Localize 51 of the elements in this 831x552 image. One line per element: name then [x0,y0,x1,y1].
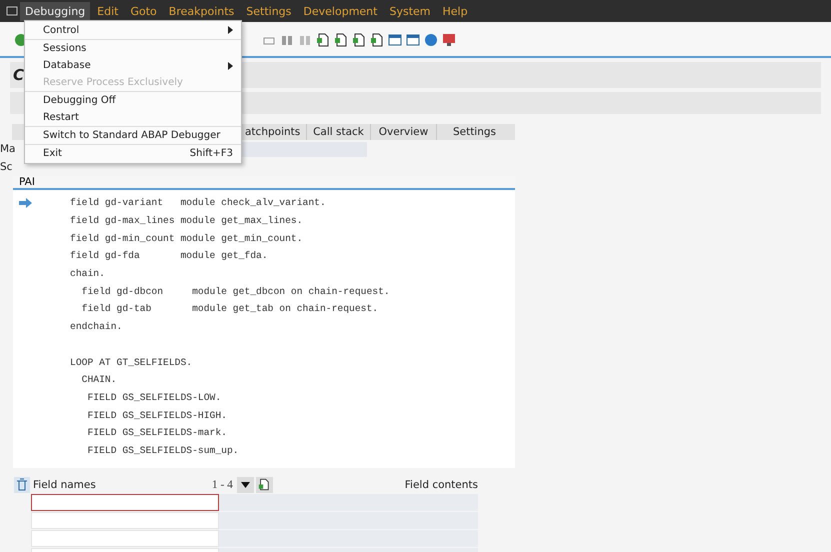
page-icon[interactable] [334,33,348,47]
menu-item[interactable]: Edit [92,2,124,20]
code-line: field gd-fda module get_fda. [70,250,268,262]
caret-icon [240,482,250,488]
menu-item[interactable]: Debugging [20,2,90,20]
code-line: CHAIN. [80,374,117,386]
menu-item[interactable]: Sessions [25,40,241,57]
code-line: field gd-dbcon module get_dbcon on chain-request. [80,286,390,297]
code-line: field gd-tab module get_tab on chain-request. [80,303,378,314]
field-label: Ma [0,143,16,155]
dropdown-button[interactable] [236,476,254,492]
code-line: chain. [70,268,105,280]
trash-icon[interactable] [14,476,30,492]
code-line: LOOP AT GT_SELFIELDS. [70,356,192,368]
code-line: FIELD GS_SELFIELDS-mark. [86,427,227,438]
code-line: field gd-max_lines module get_max_lines. [70,215,303,226]
row-range: 1 - 4 [212,478,233,490]
column-header: Field contents [404,478,478,490]
menu-item[interactable]: Breakpoints [164,2,240,20]
monitor-icon[interactable] [442,33,456,47]
panel-title: PAI [19,176,35,188]
menu-item[interactable]: Debugging Off [25,92,241,110]
page-icon [258,478,270,491]
input-field[interactable] [31,494,219,511]
field-label: Sc [0,161,12,173]
window-icon[interactable] [388,33,402,47]
page-icon[interactable] [370,33,384,47]
menu-item[interactable]: Control [25,22,241,40]
menu-item[interactable]: System [384,2,436,20]
new-page-button[interactable] [256,476,273,492]
column-header: Field names [33,478,96,490]
screen-title: C [13,66,24,84]
menu-item[interactable]: Goto [125,2,162,20]
code-line: FIELD GS_SELFIELDS-LOW. [86,392,222,403]
code-line: FIELD GS_SELFIELDS-HIGH. [86,410,227,421]
code-line: field gd-variant module check_alv_variant. [70,197,326,208]
menu-item[interactable]: Help [438,2,473,20]
menu-item[interactable]: Switch to Standard ABAP Debugger [25,127,241,144]
menu-item[interactable]: Settings [241,2,296,20]
menu-item[interactable]: Development [298,2,382,20]
menu-icon[interactable] [6,6,18,16]
page-icon[interactable] [316,33,330,47]
code-line: endchain. [70,321,122,332]
menu-item[interactable]: Database [25,57,241,74]
menu-item[interactable]: Exit Shift+F3 [25,144,241,162]
shortcut-label: Shift+F3 [190,148,233,159]
menu-item[interactable]: Restart [25,110,241,127]
window-icon[interactable] [406,33,420,47]
code-line: field gd-min_count module get_min_count. [70,232,303,244]
page-icon[interactable] [352,33,366,47]
code-line: FIELD GS_SELFIELDS-sum_up. [86,444,239,456]
